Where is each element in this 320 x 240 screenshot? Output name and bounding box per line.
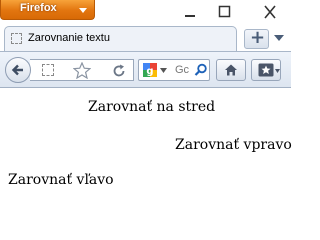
reload-icon[interactable] [111,63,127,79]
svg-text:g: g [146,66,153,77]
chevron-down-icon [79,8,87,13]
firefox-menu-label: Firefox [20,2,57,14]
new-tab-button[interactable]: + [244,27,269,49]
close-icon[interactable] [260,5,280,19]
back-button[interactable] [5,57,31,83]
chevron-down-icon [275,69,280,73]
google-logo-icon[interactable]: g [143,63,157,77]
star-icon[interactable] [73,62,91,79]
centered-text: Zarovnať na stred [88,99,216,115]
site-identity-icon[interactable] [42,64,54,76]
search-bar[interactable]: g Gc [138,59,210,81]
list-all-tabs-icon[interactable] [272,33,286,43]
left-aligned-text: Zarovnať vľavo [8,172,114,188]
right-aligned-text: Zarovnať vpravo [175,137,292,153]
tab-zarovnanie-textu[interactable]: Zarovnanie textu [4,26,237,52]
minimize-icon[interactable] [180,5,200,19]
arrow-left-icon [11,64,23,76]
plus-icon: + [250,27,266,48]
bookmarks-star-icon [258,63,274,77]
page-icon [11,33,22,44]
home-icon [225,64,237,76]
search-input[interactable]: Gc [175,64,189,76]
url-bar[interactable] [30,59,134,81]
bookmarks-button[interactable] [251,59,281,81]
tab-title: Zarovnanie textu [28,32,110,44]
chevron-down-icon [160,68,167,73]
search-icon[interactable] [194,63,208,77]
home-button[interactable] [216,59,246,81]
maximize-icon[interactable] [214,5,234,19]
firefox-menu-button[interactable]: Firefox [0,0,95,20]
